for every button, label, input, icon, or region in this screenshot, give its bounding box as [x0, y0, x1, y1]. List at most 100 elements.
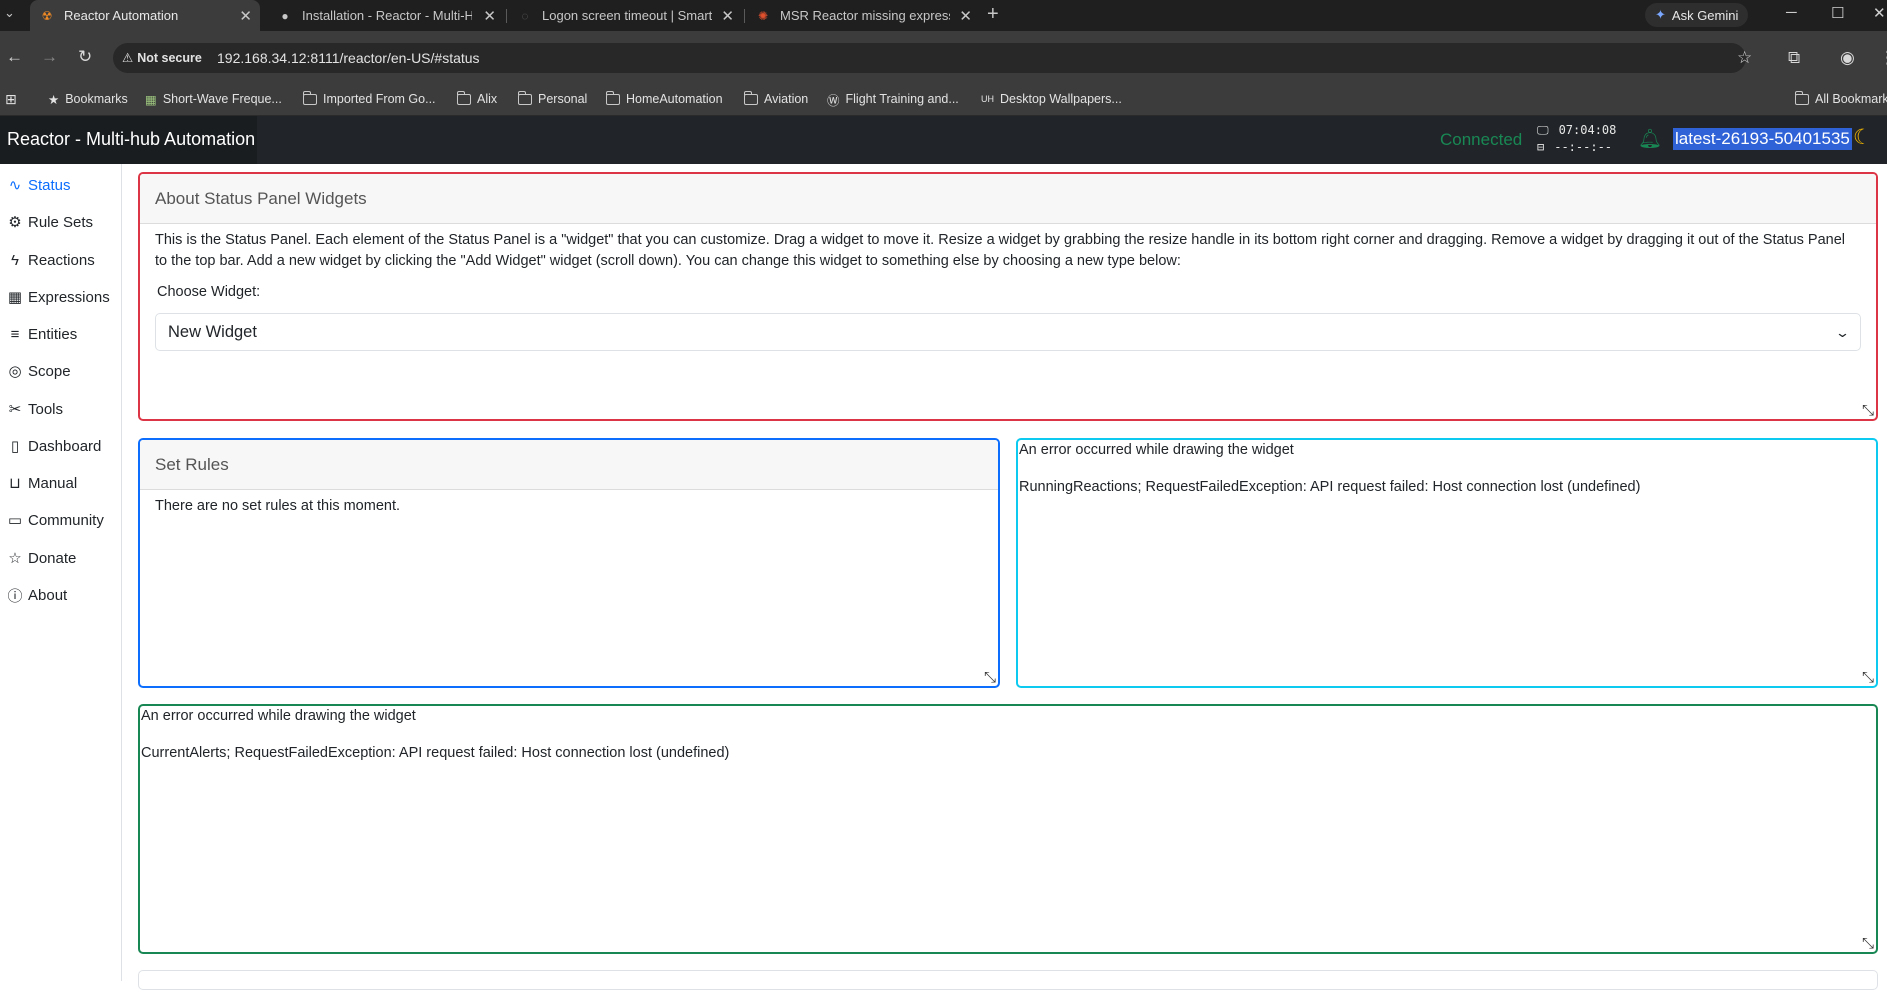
new-tab-icon[interactable]: +: [987, 3, 999, 26]
close-tab-icon[interactable]: ✕: [721, 7, 734, 25]
app-title[interactable]: Reactor - Multi-hub Automation: [0, 116, 257, 164]
maximize-icon[interactable]: ☐: [1831, 4, 1844, 22]
sidebar-item-rule-sets[interactable]: ⚙ Rule Sets: [6, 210, 93, 234]
chat-icon: ▭: [7, 512, 23, 529]
wordpress-icon: Ⓦ: [827, 93, 840, 108]
folder-icon: [302, 90, 317, 105]
resize-handle-icon[interactable]: ⤡: [984, 669, 996, 686]
sidebar-item-reactions[interactable]: ϟ Reactions: [6, 248, 95, 272]
reload-icon[interactable]: ↻: [78, 47, 92, 67]
drive-icon: ⊟: [1537, 140, 1545, 154]
folder-icon: [517, 90, 532, 105]
widget-type-select[interactable]: New Widget ⌄: [155, 313, 1861, 351]
bookmark-alix[interactable]: Alix: [456, 88, 497, 110]
pulse-icon: ∿: [8, 177, 22, 194]
security-indicator[interactable]: ⚠ Not secure: [122, 50, 202, 66]
folder-icon: [456, 90, 471, 105]
sidebar-item-community[interactable]: ▭ Community: [6, 508, 104, 532]
bookmark-short-wave[interactable]: ▦ Short-Wave Freque...: [145, 88, 282, 110]
sidebar: ∿ Status ⚙ Rule Sets ϟ Reactions ▦ Expressio…: [0, 164, 122, 981]
folder-icon: [743, 90, 758, 105]
tab-msr-reactor[interactable]: ✺ MSR Reactor missing express m ✕: [746, 0, 980, 31]
bell-icon[interactable]: 🔔︎: [1638, 127, 1662, 151]
url-text[interactable]: 192.168.34.12:8111/reactor/en-US/#status: [217, 50, 480, 66]
chevron-down-icon: ⌄: [1834, 324, 1851, 340]
loading-icon: ◌: [521, 8, 529, 23]
calculator-icon: ▦: [7, 289, 23, 306]
close-tab-icon[interactable]: ✕: [483, 7, 496, 25]
warning-icon: ⚠: [122, 51, 134, 65]
site-favicon-icon: UH: [981, 94, 994, 104]
error-title: An error occurred while drawing the widg…: [1019, 442, 1294, 458]
running-reactions-widget[interactable]: An error occurred while drawing the widg…: [1016, 438, 1878, 688]
bookmark-personal[interactable]: Personal: [517, 88, 587, 110]
extensions-icon[interactable]: ⧉: [1788, 48, 1800, 68]
bookmark-bookmarks[interactable]: ★ Bookmarks: [48, 88, 128, 110]
tab-separator: [744, 9, 745, 23]
forward-icon[interactable]: →: [41, 47, 58, 67]
connection-status: Connected: [1440, 130, 1523, 149]
close-tab-icon[interactable]: ✕: [239, 7, 252, 25]
list-icon: ≡: [10, 325, 20, 343]
error-detail: RunningReactions; RequestFailedException…: [1019, 479, 1641, 495]
tools-icon: ✂: [8, 401, 22, 418]
folder-icon: [1794, 90, 1809, 105]
secondary-time: --:--:--: [1554, 140, 1613, 154]
bookmark-homeautomation[interactable]: HomeAutomation: [605, 88, 723, 110]
choose-widget-label: Choose Widget:: [157, 284, 261, 300]
sidebar-item-about[interactable]: ⓘ About: [6, 583, 67, 607]
current-time: 07:04:08: [1558, 123, 1617, 137]
resize-handle-icon[interactable]: ⤡: [1862, 402, 1874, 419]
gemini-sparkle-icon: ✦: [1655, 7, 1666, 22]
set-rules-widget[interactable]: Set Rules There are no set rules at this…: [138, 438, 1000, 688]
bookmark-flight-training[interactable]: Ⓦ Flight Training and...: [827, 88, 959, 110]
apps-grid-icon[interactable]: ⊞: [5, 88, 17, 110]
book-icon: ⊔: [9, 475, 21, 492]
starburst-icon: ✺: [757, 8, 769, 23]
minimize-icon[interactable]: ─: [1786, 4, 1797, 21]
moon-icon[interactable]: ☾: [1853, 125, 1872, 150]
eye-icon: ◎: [8, 363, 22, 380]
tab-installation[interactable]: ● Installation - Reactor - Multi-Hu ✕: [268, 0, 504, 31]
profile-avatar-icon[interactable]: ◉: [1840, 48, 1855, 68]
bookmark-star-icon[interactable]: ☆: [1737, 48, 1752, 68]
bookmark-imported[interactable]: Imported From Go...: [302, 88, 436, 110]
about-widget[interactable]: About Status Panel Widgets This is the S…: [138, 172, 1878, 421]
sidebar-item-tools[interactable]: ✂ Tools: [6, 397, 63, 421]
sidebar-item-donate[interactable]: ☆ Donate: [6, 546, 76, 570]
ask-gemini-button[interactable]: ✦ Ask Gemini: [1645, 3, 1749, 27]
back-icon[interactable]: ←: [6, 47, 23, 67]
sidebar-item-entities[interactable]: ≡ Entities: [6, 322, 78, 346]
sidebar-item-scope[interactable]: ◎ Scope: [6, 359, 70, 383]
bookmark-desktop-wallpapers[interactable]: UH Desktop Wallpapers...: [981, 88, 1122, 110]
build-version: latest-26193-50401535: [1673, 128, 1852, 150]
resize-handle-icon[interactable]: ⤡: [1862, 669, 1874, 686]
next-widget-partial[interactable]: [138, 970, 1878, 990]
close-tab-icon[interactable]: ✕: [959, 7, 972, 25]
bookmark-all-bookmarks[interactable]: All Bookmarks: [1794, 88, 1887, 110]
sidebar-item-manual[interactable]: ⊔ Manual: [6, 471, 77, 495]
site-favicon-icon: ▦: [145, 92, 157, 107]
site-favicon-icon: ●: [281, 8, 289, 23]
empty-state-text: There are no set rules at this moment.: [155, 498, 400, 514]
menu-icon[interactable]: ⋮: [1879, 48, 1887, 68]
tab-separator: [506, 9, 507, 23]
sidebar-item-expressions[interactable]: ▦ Expressions: [6, 285, 110, 309]
tablet-icon: ▯: [10, 438, 20, 455]
sidebar-item-status[interactable]: ∿ Status: [6, 173, 71, 197]
bookmark-aviation[interactable]: Aviation: [743, 88, 808, 110]
monitor-icon: 🖵: [1537, 123, 1549, 137]
current-alerts-widget[interactable]: An error occurred while drawing the widg…: [138, 704, 1878, 954]
resize-handle-icon[interactable]: ⤡: [1862, 935, 1874, 952]
browser-tab-strip: ⌄ ☢ Reactor Automation ✕ ● Installation …: [0, 0, 1887, 31]
gear-icon: ⚙: [8, 214, 22, 231]
widget-description: This is the Status Panel. Each element o…: [155, 232, 1846, 269]
error-title: An error occurred while drawing the widg…: [141, 708, 416, 724]
info-icon: ⓘ: [7, 587, 23, 605]
tab-reactor-automation[interactable]: ☢ Reactor Automation ✕: [30, 0, 260, 31]
tab-search-icon[interactable]: ⌄: [4, 5, 15, 21]
star-icon: ☆: [8, 550, 22, 567]
tab-logon-screen-timeout[interactable]: ◌ Logon screen timeout | Smart H ✕: [508, 0, 742, 31]
sidebar-item-dashboard[interactable]: ▯ Dashboard: [6, 434, 102, 458]
close-window-icon[interactable]: ✕: [1873, 4, 1886, 22]
